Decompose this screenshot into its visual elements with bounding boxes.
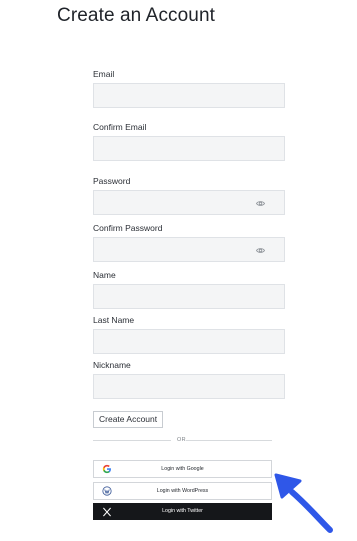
create-account-page: Create an Account Email Confirm Email Pa… — [0, 0, 357, 541]
divider-line-right — [186, 440, 272, 441]
email-input-wrapper — [93, 83, 285, 108]
eye-icon[interactable] — [256, 199, 265, 208]
name-input-wrapper — [93, 284, 285, 309]
divider-line-left — [93, 440, 171, 441]
pointer-arrow-icon — [274, 473, 333, 533]
login-with-google-button[interactable]: Login with Google — [93, 460, 272, 478]
nickname-label: Nickname — [93, 360, 131, 370]
or-divider: OR — [93, 436, 272, 445]
twitter-login-label: Login with Twitter — [162, 508, 203, 514]
name-field-group: Name — [93, 270, 285, 309]
nickname-input[interactable] — [94, 375, 284, 398]
wordpress-login-label: Login with WordPress — [156, 488, 209, 494]
nickname-input-wrapper — [93, 374, 285, 399]
name-label: Name — [93, 270, 116, 280]
email-label: Email — [93, 69, 115, 79]
divider-label: OR — [177, 437, 187, 443]
page-title: Create an Account — [57, 5, 216, 26]
confirm-email-field-group: Confirm Email — [93, 122, 285, 161]
confirm-email-label: Confirm Email — [93, 122, 147, 132]
confirm-email-input[interactable] — [94, 137, 284, 160]
login-with-twitter-button[interactable]: Login with Twitter — [93, 503, 272, 520]
name-input[interactable] — [94, 285, 284, 308]
last-name-field-group: Last Name — [93, 315, 285, 354]
email-field-group: Email — [93, 69, 285, 108]
create-account-button[interactable]: Create Account — [93, 411, 164, 428]
confirm-password-label: Confirm Password — [93, 223, 163, 233]
eye-icon[interactable] — [256, 246, 265, 255]
email-input[interactable] — [94, 84, 284, 107]
nickname-field-group: Nickname — [93, 360, 285, 399]
confirm-password-field-group: Confirm Password — [93, 223, 285, 262]
last-name-input-wrapper — [93, 329, 285, 354]
login-with-wordpress-button[interactable]: Login with WordPress — [93, 482, 272, 500]
password-input-wrapper — [93, 190, 285, 215]
last-name-input[interactable] — [94, 330, 284, 353]
last-name-label: Last Name — [93, 315, 135, 325]
confirm-password-input-wrapper — [93, 237, 285, 262]
google-login-label: Login with Google — [161, 466, 204, 472]
password-label: Password — [93, 176, 131, 186]
confirm-email-input-wrapper — [93, 136, 285, 161]
password-field-group: Password — [93, 176, 285, 215]
